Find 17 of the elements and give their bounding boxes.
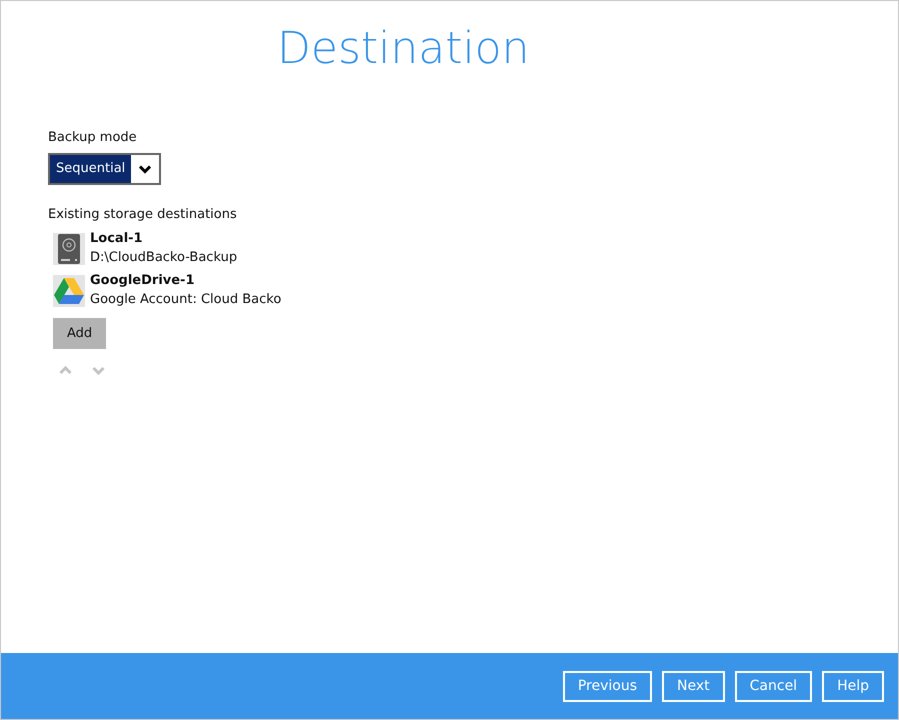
chevron-down-icon: [139, 164, 152, 174]
add-button[interactable]: Add: [53, 318, 106, 350]
destination-path: D:\CloudBacko-Backup: [90, 248, 238, 267]
drive-triangle-icon: [54, 278, 84, 304]
footer-button[interactable]: Help: [822, 670, 884, 702]
section-label: Existing storage destinations: [48, 206, 238, 224]
footer-button[interactable]: Next: [662, 670, 725, 702]
backup-mode-dropdown[interactable]: Sequential: [48, 153, 162, 186]
destination-name: GoogleDrive-1: [90, 273, 196, 290]
page-title: Destination: [277, 23, 530, 76]
footer-button[interactable]: Cancel: [734, 670, 812, 702]
field-label: Backup mode: [48, 128, 138, 147]
dropdown-value: Sequential: [50, 155, 132, 184]
destination-path: Google Account: Cloud Backo: [90, 291, 282, 310]
footer-button[interactable]: Previous: [562, 670, 652, 702]
hard-drive-icon: [58, 234, 80, 264]
destination-name: Local-1: [90, 230, 144, 248]
